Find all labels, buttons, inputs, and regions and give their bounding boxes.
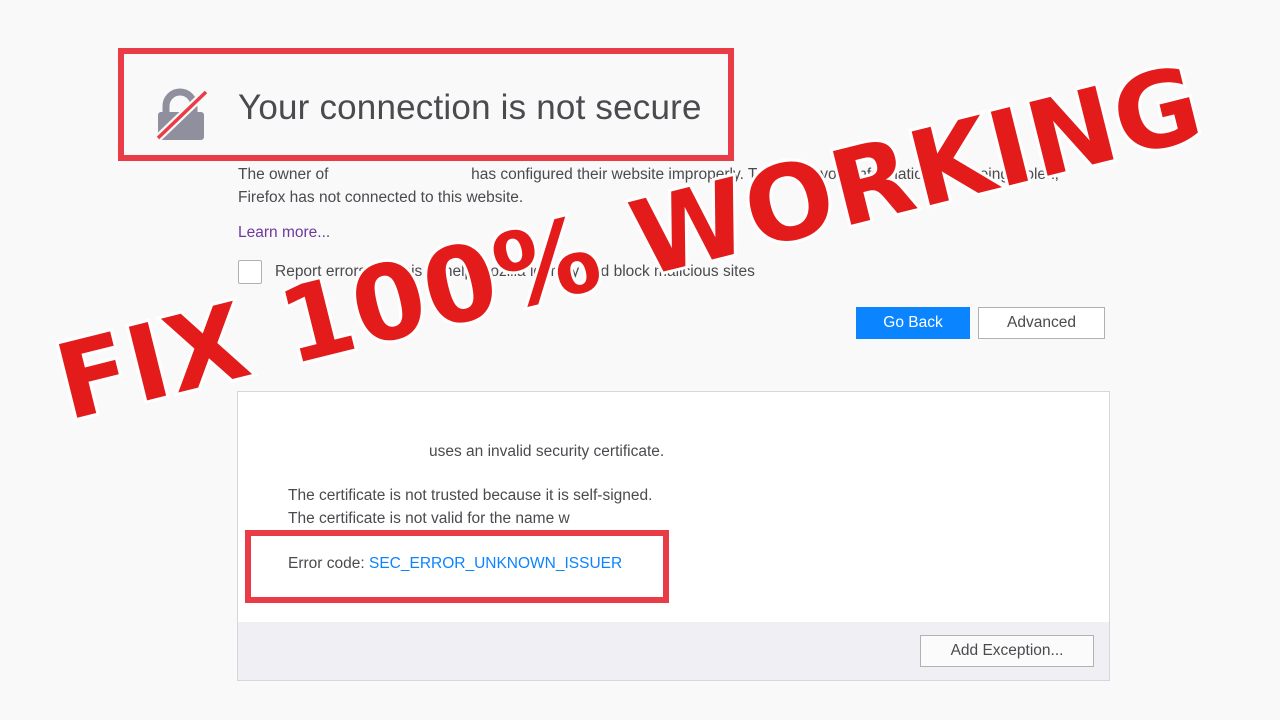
learn-more-link[interactable]: Learn more... <box>238 224 330 242</box>
invalid-name-text: The certificate is not valid for the nam… <box>288 510 570 527</box>
title-highlight-box <box>118 48 734 161</box>
invalid-cert-text: uses an invalid security certificate. <box>429 443 665 460</box>
report-errors-checkbox[interactable] <box>238 260 262 284</box>
description-prefix: The owner of <box>238 166 333 183</box>
advanced-button[interactable]: Advanced <box>978 307 1105 339</box>
description-suffix: has configured their website improperly.… <box>238 166 1059 206</box>
add-exception-button[interactable]: Add Exception... <box>920 635 1094 667</box>
go-back-button[interactable]: Go Back <box>856 307 970 339</box>
self-signed-text: The certificate is not trusted because i… <box>288 487 653 504</box>
error-description: The owner of has configured their websit… <box>238 163 1088 209</box>
report-errors-label: Report errors like this to help Mozilla … <box>275 263 755 280</box>
error-code-highlight-box <box>245 530 669 603</box>
